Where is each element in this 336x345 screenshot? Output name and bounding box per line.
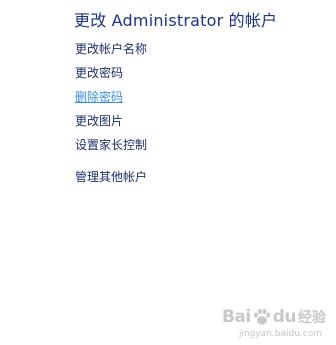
manage-other-accounts-link[interactable]: 管理其他帐户 <box>75 169 147 193</box>
remove-password-link[interactable]: 删除密码 <box>75 89 147 113</box>
account-task-list: 更改帐户名称 更改密码 删除密码 更改图片 设置家长控制 管理其他帐户 <box>75 41 147 193</box>
parental-controls-link[interactable]: 设置家长控制 <box>75 137 147 161</box>
watermark-brand: Bai <box>221 307 251 327</box>
change-account-name-link[interactable]: 更改帐户名称 <box>75 41 147 65</box>
baidu-watermark: Bai du 经验 <box>222 307 326 327</box>
paw-icon <box>253 308 271 325</box>
page-title: 更改 Administrator 的帐户 <box>74 11 278 30</box>
watermark-brand-suffix: du <box>272 307 297 327</box>
change-password-link[interactable]: 更改密码 <box>75 65 147 89</box>
change-picture-link[interactable]: 更改图片 <box>75 113 147 137</box>
watermark-product: 经验 <box>298 310 326 326</box>
watermark-url: jingyan.baidu.com <box>238 329 322 339</box>
